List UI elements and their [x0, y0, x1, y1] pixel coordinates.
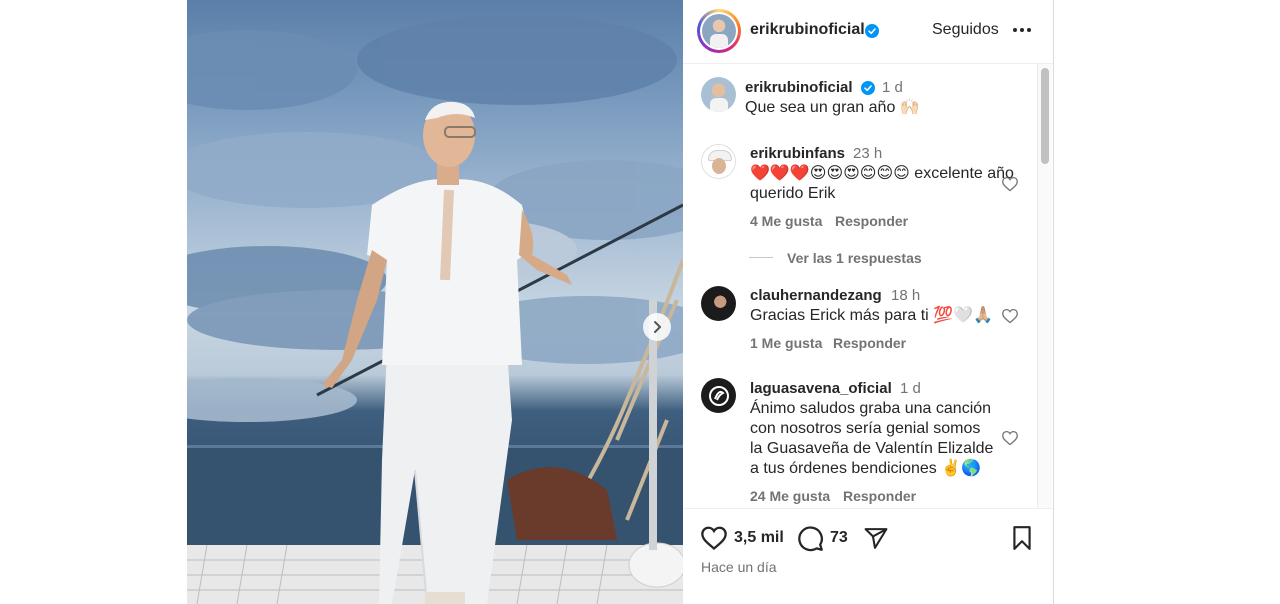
caption-text: Que sea un gran año 🙌🏻 [745, 99, 920, 116]
next-photo-button[interactable] [643, 313, 671, 341]
reply-button[interactable]: Responder [835, 213, 908, 229]
comment-time[interactable]: 1 d [900, 380, 921, 397]
like-heart-icon[interactable] [700, 525, 728, 551]
comments-scrollbar[interactable] [1037, 64, 1052, 508]
comment-likes[interactable]: 4 Me gusta [750, 213, 822, 229]
caption-time[interactable]: 1 d [882, 79, 903, 96]
chevron-right-icon [654, 321, 661, 333]
caption-username[interactable]: erikrubinoficial [745, 79, 853, 96]
comment-username[interactable]: laguasavena_oficial [750, 380, 892, 397]
avatar[interactable] [701, 77, 736, 112]
replies-divider [749, 257, 773, 258]
comment-time[interactable]: 23 h [853, 145, 882, 162]
likes-count[interactable]: 3,5 mil [734, 529, 784, 547]
view-replies-link[interactable]: Ver las 1 respuestas [787, 250, 922, 266]
comment-time[interactable]: 18 h [891, 287, 920, 304]
comments-list[interactable]: erikrubinoficial 1 d Que sea un gran año… [683, 64, 1037, 508]
comment-username[interactable]: erikrubinfans [750, 145, 845, 162]
verified-badge-icon [865, 24, 879, 38]
photo-scene [187, 15, 683, 604]
reply-button[interactable]: Responder [843, 488, 916, 504]
comment-text: a tus órdenes bendiciones ✌️🌎 [750, 460, 982, 477]
comment-text: la Guasaveña de Valentín Elizalde [750, 440, 994, 457]
scrollbar-thumb[interactable] [1041, 68, 1049, 164]
comment-icon[interactable] [797, 525, 824, 552]
post-side-panel: erikrubinoficial Seguidos erikrubinofici… [683, 0, 1054, 604]
author-username[interactable]: erikrubinoficial [750, 21, 865, 39]
comment-text: con nosotros sería genial somos [750, 420, 981, 437]
heart-icon[interactable] [1001, 176, 1019, 192]
post-actions: 3,5 mil 73 Hace un día [683, 508, 1053, 604]
comment-likes[interactable]: 1 Me gusta [750, 335, 822, 351]
comments-count[interactable]: 73 [830, 529, 848, 547]
verified-badge-icon [861, 81, 875, 95]
post-photo [187, 0, 683, 604]
comment-likes[interactable]: 24 Me gusta [750, 488, 830, 504]
comment-text: Gracias Erick más para ti 💯🤍🙏🏼 [750, 307, 993, 324]
more-options-icon[interactable] [1011, 20, 1033, 40]
instagram-post-modal: erikrubinoficial Seguidos erikrubinofici… [0, 0, 1280, 604]
avatar[interactable] [701, 378, 736, 413]
author-avatar[interactable] [697, 9, 741, 53]
comment-text: ❤️❤️❤️😍😍😍😊😊😊 excelente año [750, 165, 1014, 182]
heart-icon[interactable] [1001, 308, 1019, 324]
share-icon[interactable] [863, 526, 889, 551]
bookmark-icon[interactable] [1011, 525, 1033, 551]
comment-text: querido Erik [750, 185, 836, 202]
avatar[interactable] [701, 144, 736, 179]
avatar[interactable] [701, 286, 736, 321]
post-header: erikrubinoficial Seguidos [683, 0, 1053, 64]
posted-time[interactable]: Hace un día [701, 559, 777, 575]
brand-logo-icon [708, 385, 729, 406]
reply-button[interactable]: Responder [833, 335, 906, 351]
comment-text: Ánimo saludos graba una canción [750, 400, 992, 417]
comment-username[interactable]: clauhernandezang [750, 287, 882, 304]
heart-icon[interactable] [1001, 430, 1019, 446]
following-button[interactable]: Seguidos [932, 21, 999, 39]
